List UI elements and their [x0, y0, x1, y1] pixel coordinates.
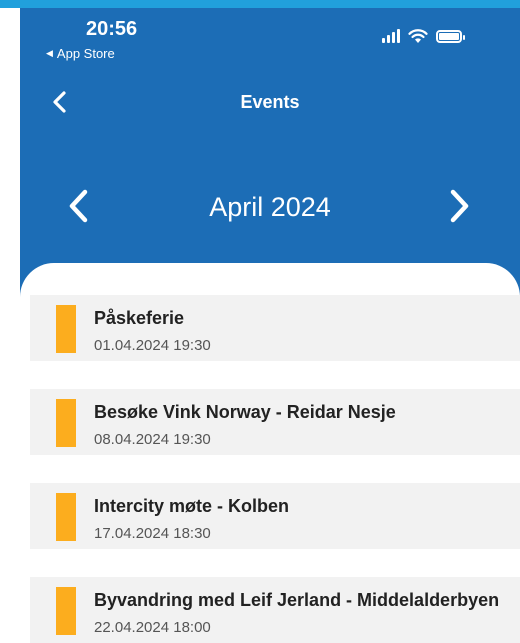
- phone-screen: 20:56 ◀ App Store Events April 2024 Påsk…: [20, 8, 520, 643]
- event-item[interactable]: Påskeferie 01.04.2024 19:30: [30, 295, 520, 369]
- status-icons: [382, 28, 465, 44]
- status-time: 20:56: [86, 18, 138, 40]
- event-title: Besøke Vink Norway - Reidar Nesje: [94, 402, 396, 422]
- event-item[interactable]: Besøke Vink Norway - Reidar Nesje 08.04.…: [30, 389, 520, 463]
- back-app-label: App Store: [56, 46, 115, 61]
- battery-icon: [436, 29, 465, 43]
- back-to-app-link[interactable]: ◀ App Store: [46, 46, 115, 61]
- event-list: Påskeferie 01.04.2024 19:30 Besøke Vink …: [30, 295, 520, 643]
- wifi-icon: [408, 29, 428, 43]
- event-date: 01.04.2024 19:30: [94, 337, 211, 354]
- next-month-button[interactable]: [444, 188, 474, 224]
- event-date: 22.04.2024 18:00: [94, 619, 211, 636]
- event-title: Påskeferie: [94, 308, 185, 328]
- event-color-bar: [56, 305, 76, 353]
- event-date: 08.04.2024 19:30: [94, 431, 211, 448]
- back-triangle-icon: ◀: [46, 48, 53, 58]
- event-color-bar: [56, 493, 76, 541]
- event-title: Byvandring med Leif Jerland - Middelalde…: [94, 590, 500, 610]
- page-title: Events: [240, 92, 300, 112]
- event-title: Intercity møte - Kolben: [94, 496, 290, 516]
- event-color-bar: [56, 587, 76, 635]
- top-strip: [0, 0, 520, 8]
- event-item[interactable]: Intercity møte - Kolben 17.04.2024 18:30: [30, 483, 520, 557]
- event-date: 17.04.2024 18:30: [94, 525, 211, 542]
- event-color-bar: [56, 399, 76, 447]
- event-item[interactable]: Byvandring med Leif Jerland - Middelalde…: [30, 577, 520, 643]
- cellular-signal-icon: [382, 29, 400, 43]
